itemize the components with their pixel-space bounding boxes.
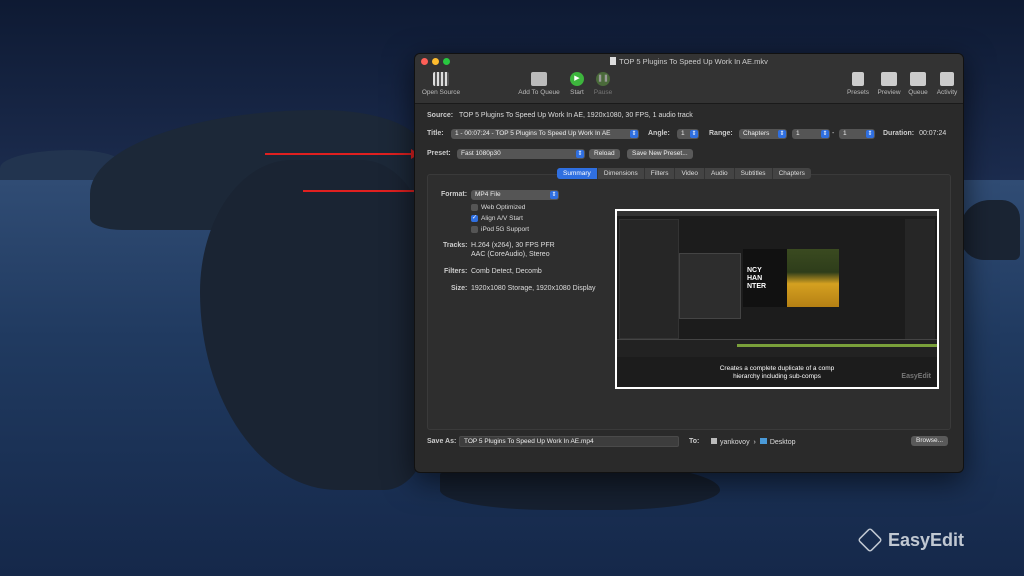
preview-right-panel bbox=[905, 219, 935, 339]
preview-caption: Creates a complete duplicate of a comp h… bbox=[719, 365, 835, 380]
preset-select[interactable]: Fast 1080p30 ⇕ bbox=[457, 149, 585, 159]
queue-icon bbox=[910, 72, 926, 86]
format-select[interactable]: MP4 File ⇕ bbox=[471, 190, 559, 200]
preview-comp-area: NCY HAN NTER bbox=[743, 249, 839, 307]
file-icon bbox=[610, 57, 617, 65]
chevron-updown-icon: ⇕ bbox=[550, 191, 558, 199]
start-button[interactable]: ▶ Start bbox=[565, 72, 589, 96]
home-icon bbox=[711, 438, 717, 444]
chevron-updown-icon: ⇕ bbox=[690, 130, 698, 138]
browse-button[interactable]: Browse... bbox=[911, 436, 949, 446]
window-title: TOP 5 Plugins To Speed Up Work In AE.mkv bbox=[415, 57, 963, 66]
play-icon: ▶ bbox=[570, 72, 584, 86]
preset-label: Preset: bbox=[427, 150, 451, 157]
range-separator: - bbox=[832, 130, 835, 137]
range-start-select[interactable]: 1 ⇕ bbox=[792, 129, 830, 139]
range-end-select[interactable]: 1 ⇕ bbox=[839, 129, 875, 139]
checkbox-unchecked bbox=[471, 226, 478, 233]
tab-summary[interactable]: Summary bbox=[557, 168, 598, 179]
tab-audio[interactable]: Audio bbox=[705, 168, 735, 179]
tab-dimensions[interactable]: Dimensions bbox=[598, 168, 645, 179]
tracks-label: Tracks: bbox=[443, 242, 468, 249]
folder-icon bbox=[759, 438, 767, 444]
tab-filters[interactable]: Filters bbox=[645, 168, 676, 179]
tab-subtitles[interactable]: Subtitles bbox=[735, 168, 773, 179]
to-label: To: bbox=[689, 438, 700, 445]
web-optimized-checkbox[interactable]: Web Optimized bbox=[471, 204, 525, 211]
angle-label: Angle: bbox=[648, 130, 670, 137]
add-to-queue-button[interactable]: Add To Queue bbox=[515, 72, 563, 96]
add-queue-icon bbox=[531, 72, 547, 86]
easyedit-logo-icon bbox=[857, 527, 883, 553]
duration: Duration: 00:07:24 bbox=[883, 130, 947, 137]
preview-watermark: EasyEdit bbox=[901, 373, 931, 380]
preview-person bbox=[787, 249, 839, 307]
preview-comp-text: NCY HAN NTER bbox=[747, 267, 767, 290]
preview-left-panel bbox=[619, 219, 679, 339]
chevron-updown-icon: ⇕ bbox=[630, 130, 638, 138]
tab-chapters[interactable]: Chapters bbox=[773, 168, 811, 179]
preview-dialog bbox=[679, 253, 741, 319]
chevron-updown-icon: ⇕ bbox=[866, 130, 874, 138]
queue-button[interactable]: Queue bbox=[905, 72, 931, 96]
activity-button[interactable]: Activity bbox=[933, 72, 961, 96]
tab-video[interactable]: Video bbox=[675, 168, 705, 179]
island-right bbox=[960, 200, 1020, 260]
ipod-checkbox[interactable]: iPod 5G Support bbox=[471, 226, 529, 233]
checkmark-icon: ✓ bbox=[471, 215, 478, 222]
preview-button[interactable]: Preview bbox=[875, 72, 903, 96]
easyedit-watermark: EasyEdit bbox=[857, 527, 964, 553]
source-value: TOP 5 Plugins To Speed Up Work In AE, 19… bbox=[459, 112, 693, 119]
chevron-updown-icon: ⇕ bbox=[821, 130, 829, 138]
pause-icon: ❚❚ bbox=[596, 72, 610, 86]
source-row: Source: TOP 5 Plugins To Speed Up Work I… bbox=[427, 112, 693, 119]
preview-image[interactable]: NCY HAN NTER Creates a complete duplicat… bbox=[615, 209, 939, 389]
presets-icon bbox=[852, 72, 864, 86]
size-label: Size: bbox=[451, 285, 468, 292]
tracks-line-1: H.264 (x264), 30 FPS PFR bbox=[471, 242, 555, 249]
film-icon bbox=[433, 72, 449, 86]
format-label: Format: bbox=[441, 191, 468, 198]
activity-icon bbox=[940, 72, 954, 86]
open-source-button[interactable]: Open Source bbox=[419, 72, 463, 96]
preview-icon bbox=[881, 72, 897, 86]
preview-timeline-track bbox=[737, 344, 937, 347]
destination-path[interactable]: yankovoy › Desktop bbox=[711, 438, 796, 446]
title-bar: TOP 5 Plugins To Speed Up Work In AE.mkv bbox=[415, 54, 963, 70]
filters-label: Filters: bbox=[444, 268, 468, 275]
title-label: Title: bbox=[427, 130, 444, 137]
checkbox-unchecked bbox=[471, 204, 478, 211]
preview-top-bar bbox=[617, 211, 937, 216]
title-select[interactable]: 1 - 00:07:24 - TOP 5 Plugins To Speed Up… bbox=[451, 129, 639, 139]
save-as-field[interactable]: TOP 5 Plugins To Speed Up Work In AE.mp4 bbox=[459, 436, 679, 447]
chevron-updown-icon: ⇕ bbox=[576, 150, 584, 158]
tracks-line-2: AAC (CoreAudio), Stereo bbox=[471, 251, 550, 258]
reload-preset-button[interactable]: Reload bbox=[589, 149, 620, 159]
pause-button[interactable]: ❚❚ Pause bbox=[591, 72, 615, 96]
chevron-updown-icon: ⇕ bbox=[778, 130, 786, 138]
source-label: Source: bbox=[427, 112, 454, 119]
align-av-checkbox[interactable]: ✓ Align A/V Start bbox=[471, 215, 523, 222]
save-as-label: Save As: bbox=[427, 438, 457, 445]
range-select[interactable]: Chapters ⇕ bbox=[739, 129, 787, 139]
presets-button[interactable]: Presets bbox=[845, 72, 871, 96]
range-label: Range: bbox=[709, 130, 733, 137]
save-new-preset-button[interactable]: Save New Preset... bbox=[627, 149, 693, 159]
tab-bar: Summary Dimensions Filters Video Audio S… bbox=[557, 168, 811, 179]
handbrake-window: TOP 5 Plugins To Speed Up Work In AE.mkv… bbox=[414, 53, 964, 473]
size-value: 1920x1080 Storage, 1920x1080 Display bbox=[471, 285, 596, 292]
preview-timeline bbox=[617, 339, 937, 357]
annotation-arrow-preset bbox=[265, 149, 419, 159]
angle-select[interactable]: 1 ⇕ bbox=[677, 129, 699, 139]
toolbar: Open Source Add To Queue ▶ Start ❚❚ Paus… bbox=[415, 70, 963, 104]
filters-value: Comb Detect, Decomb bbox=[471, 268, 542, 275]
